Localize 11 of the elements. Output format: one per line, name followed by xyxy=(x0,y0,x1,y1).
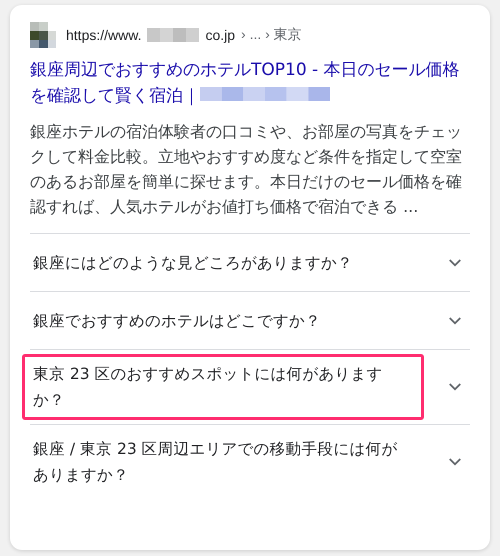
faq-question[interactable]: 銀座でおすすめのホテルはどこですか？ xyxy=(22,300,424,340)
redacted-domain xyxy=(147,28,200,42)
url-domain-suffix: co.jp xyxy=(205,27,236,43)
result-title-link[interactable]: 銀座周辺でおすすめのホテルTOP10 - 本日のセール価格を確認して賢く宿泊｜ xyxy=(30,57,460,109)
faq-question[interactable]: 銀座 / 東京 23 区周辺エリアでの移動手段には何がありますか？ xyxy=(22,429,424,495)
faq-question[interactable]: 銀座にはどのような見どころがありますか？ xyxy=(22,242,424,282)
url-prefix: https://www. xyxy=(66,27,142,43)
site-favicon-icon xyxy=(30,22,56,48)
result-snippet: 銀座ホテルの宿泊体験者の口コミや、お部屋の写真をチェックして料金比較。立地やおすすめ度など条件を指定して空室のあるお部屋を簡単に探せます。本日だけのセール価格を確認すれば、人気ホテルがお値打ち価格で宿泊できる ... xyxy=(30,121,463,218)
breadcrumb: › ... › 東京 xyxy=(241,26,302,44)
faq-question[interactable]: 東京 23 区のおすすめスポットには何がありますか？ xyxy=(22,354,424,420)
